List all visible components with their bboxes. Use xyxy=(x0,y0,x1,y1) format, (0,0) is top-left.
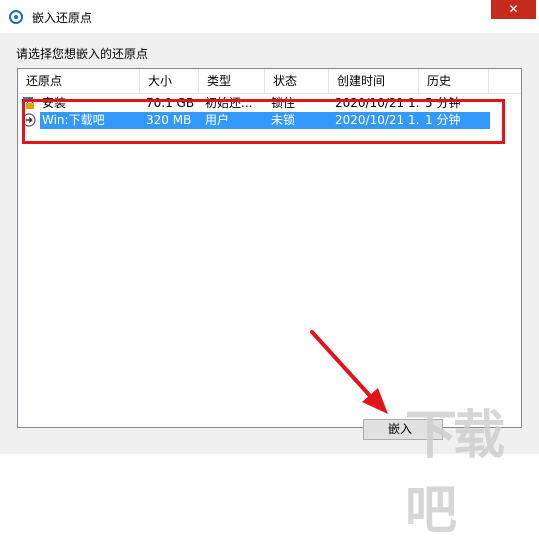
close-button[interactable]: ✕ xyxy=(491,0,536,19)
watermark-logo: 下载吧 xyxy=(405,406,505,541)
column-header-name[interactable]: 还原点 xyxy=(18,69,140,93)
gear-icon xyxy=(9,10,23,24)
column-header-created[interactable]: 创建时间 xyxy=(329,69,419,93)
column-header-size[interactable]: 大小 xyxy=(140,69,199,93)
column-header-status[interactable]: 状态 xyxy=(265,69,329,93)
dialog-body: 请选择您想嵌入的还原点 还原点 大小 类型 状态 创建时间 历史 安装 70.1… xyxy=(0,33,539,454)
column-header-history[interactable]: 历史 xyxy=(419,69,489,93)
annotation-highlight-box xyxy=(22,99,505,144)
title-bar: 嵌入还原点 ✕ xyxy=(0,0,539,33)
window-title: 嵌入还原点 xyxy=(32,11,93,25)
list-header: 还原点 大小 类型 状态 创建时间 历史 xyxy=(18,69,521,94)
prompt-label: 请选择您想嵌入的还原点 xyxy=(16,47,149,61)
column-header-type[interactable]: 类型 xyxy=(199,69,265,93)
